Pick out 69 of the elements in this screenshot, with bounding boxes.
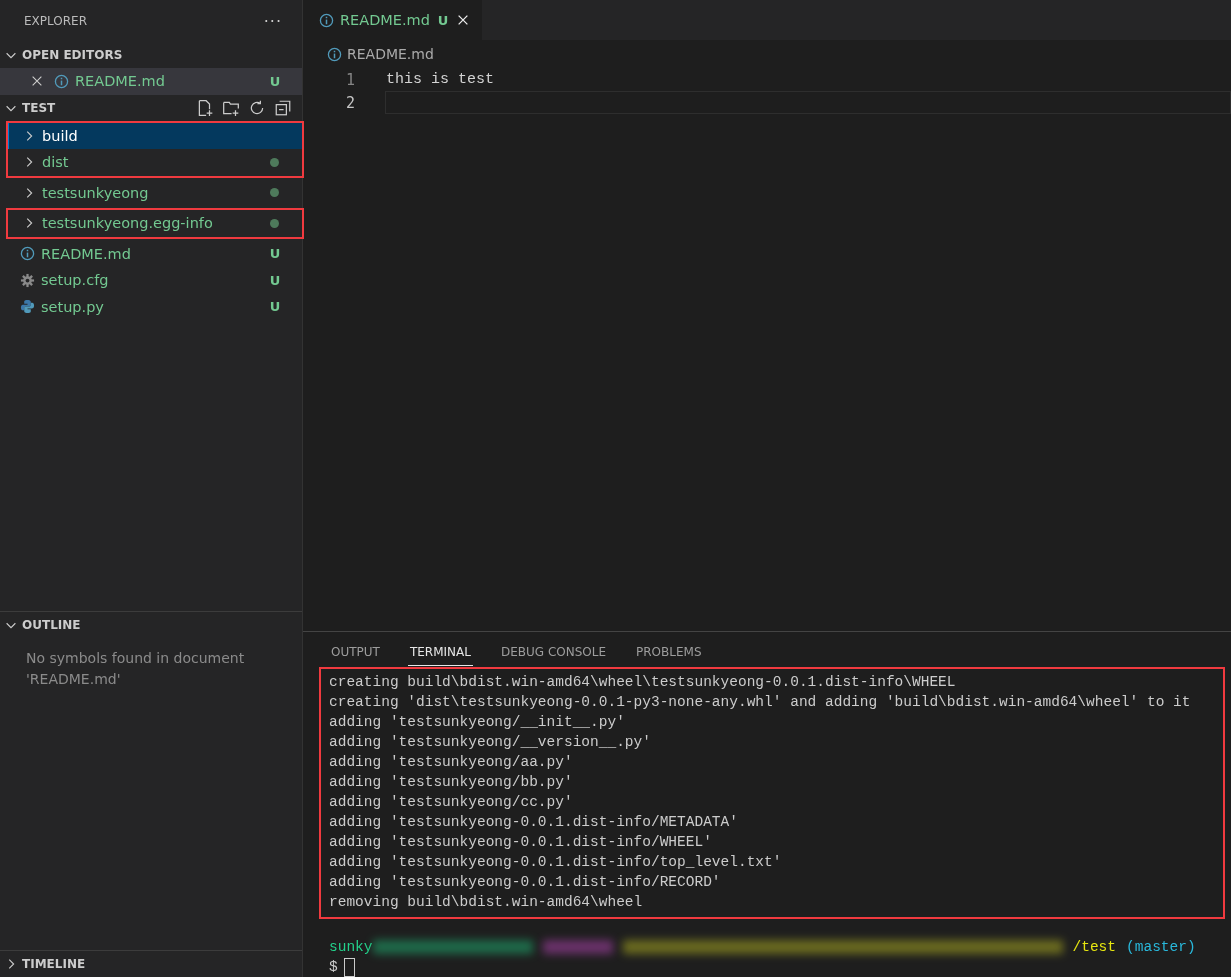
file-name: setup.cfg xyxy=(41,272,110,289)
file-name: dist xyxy=(42,154,70,171)
tree-item[interactable]: testsunkyeong.egg-info xyxy=(8,210,302,237)
terminal-line: adding 'testsunkyeong/bb.py' xyxy=(329,773,574,792)
blurred-text xyxy=(542,940,613,954)
tab-title: README.md xyxy=(340,12,430,28)
tree-item[interactable]: setup.cfg U xyxy=(8,267,302,294)
prompt-user: sunky xyxy=(329,938,373,957)
tree-item[interactable]: build xyxy=(8,122,302,149)
code-line: this is test xyxy=(385,70,496,90)
refresh-icon[interactable] xyxy=(248,98,266,117)
file-name: testsunkyeong xyxy=(42,184,150,201)
terminal-line: removing build\bdist.win-amd64\wheel xyxy=(329,893,644,912)
git-status: U xyxy=(436,12,450,28)
panel-tab[interactable]: DEBUG CONSOLE xyxy=(498,641,609,666)
breadcrumb[interactable]: README.md xyxy=(347,46,434,62)
terminal-line: adding 'testsunkyeong-0.0.1.dist-info/RECORD' xyxy=(329,873,722,892)
tree-item[interactable]: README.md U xyxy=(8,240,302,267)
terminal-line: adding 'testsunkyeong-0.0.1.dist-info/top_level.txt' xyxy=(329,853,783,872)
python-icon xyxy=(20,299,35,315)
git-branch: (master) xyxy=(1126,938,1196,957)
file-name: README.md xyxy=(75,73,166,90)
explorer-title: EXPLORER xyxy=(24,14,87,28)
section-title: OPEN EDITORS xyxy=(22,48,123,62)
git-status: U xyxy=(268,246,282,262)
section-header[interactable]: OUTLINE xyxy=(0,612,302,638)
line-number: 2 xyxy=(344,93,355,112)
file-name: setup.py xyxy=(41,298,105,315)
prompt-path: /test xyxy=(1072,938,1117,957)
panel-tab[interactable]: TERMINAL xyxy=(407,641,473,666)
gear-icon xyxy=(20,272,35,288)
file-name: README.md xyxy=(41,245,132,262)
line-number: 1 xyxy=(344,70,355,89)
terminal-line: creating 'dist\testsunkyeong-0.0.1-py3-none-any.whl' and adding 'build\bdist.win-amd64\wheel' to it xyxy=(329,693,1192,712)
file-name: build xyxy=(42,127,79,144)
info-icon xyxy=(54,73,69,89)
git-status: U xyxy=(268,299,282,315)
tree-item[interactable]: dist xyxy=(8,149,302,176)
info-icon xyxy=(319,12,334,28)
terminal-line: adding 'testsunkyeong/cc.py' xyxy=(329,793,574,812)
tree-item[interactable]: setup.py U xyxy=(8,293,302,320)
panel-tab[interactable]: PROBLEMS xyxy=(634,641,704,666)
terminal-line: adding 'testsunkyeong-0.0.1.dist-info/WHEEL' xyxy=(329,833,713,852)
more-actions[interactable]: ··· xyxy=(263,11,282,31)
section-header[interactable]: OPEN EDITORS xyxy=(0,42,302,68)
terminal-line: adding 'testsunkyeong/aa.py' xyxy=(329,753,574,772)
section-title: OUTLINE xyxy=(22,618,81,632)
terminal-line: adding 'testsunkyeong/__init__.py' xyxy=(329,713,626,732)
section-header[interactable]: TIMELINE xyxy=(0,951,302,977)
collapse-icon[interactable] xyxy=(274,98,292,117)
new-file-icon[interactable] xyxy=(196,98,214,117)
tree-item[interactable]: README.md U xyxy=(0,68,302,95)
editor-tab[interactable]: README.md U xyxy=(303,0,482,40)
terminal-line: adding 'testsunkyeong-0.0.1.dist-info/METADATA' xyxy=(329,813,739,832)
terminal-line: adding 'testsunkyeong/__version__.py' xyxy=(329,733,652,752)
git-status: U xyxy=(268,73,282,89)
git-status: U xyxy=(268,272,282,288)
tree-item[interactable]: testsunkyeong xyxy=(8,179,302,206)
prompt-symbol: $ xyxy=(329,958,338,977)
section-title: TEST xyxy=(22,100,56,115)
section-header[interactable]: TEST xyxy=(0,94,302,121)
info-icon xyxy=(20,246,35,262)
empty-message: No symbols found in document 'README.md' xyxy=(25,649,246,689)
section-title: TIMELINE xyxy=(22,957,86,971)
info-icon xyxy=(327,46,342,62)
file-name: testsunkyeong.egg-info xyxy=(42,215,214,232)
terminal-line: creating build\bdist.win-amd64\wheel\testsunkyeong-0.0.1.dist-info\WHEEL xyxy=(329,673,957,692)
text-cursor xyxy=(343,957,355,977)
panel-tab[interactable]: OUTPUT xyxy=(329,641,382,666)
